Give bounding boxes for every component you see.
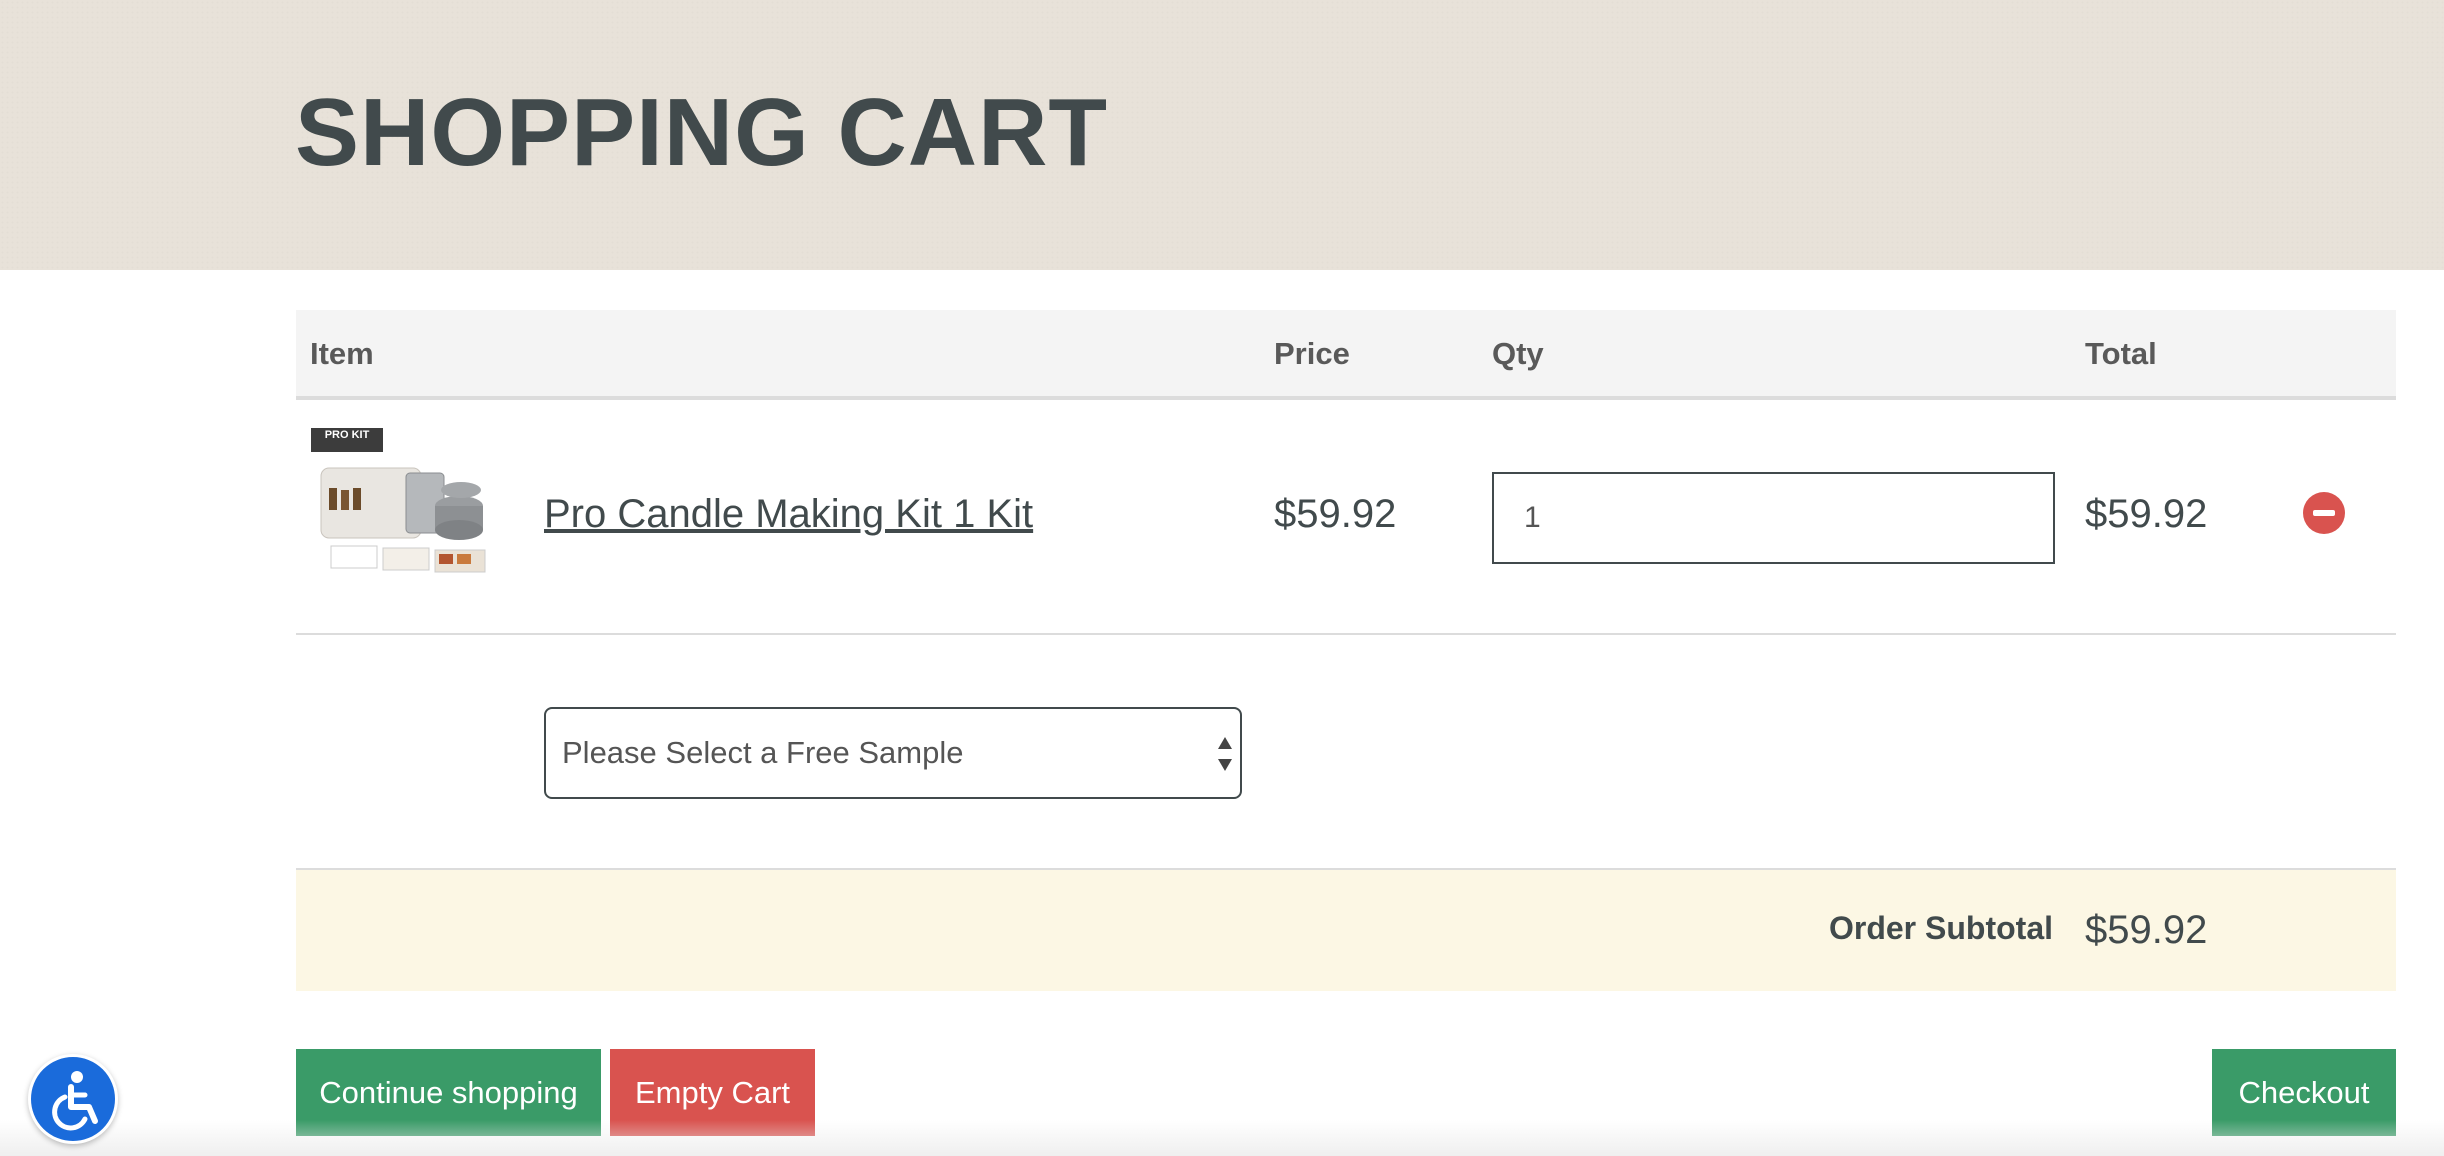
subtotal-label: Order Subtotal	[1828, 910, 2053, 946]
product-image	[320, 467, 486, 573]
select-arrows-icon	[1218, 737, 1232, 771]
accessibility-icon[interactable]	[28, 1054, 118, 1144]
item-total: $59.92	[2085, 492, 2208, 536]
header-qty: Qty	[1492, 336, 1544, 371]
thumbnail-badge: PRO KIT	[311, 428, 383, 452]
item-price: $59.92	[1274, 492, 1397, 536]
header-total: Total	[2085, 336, 2157, 371]
page-title: SHOPPING CART	[295, 79, 1109, 186]
product-thumbnail[interactable]: PRO KIT	[311, 428, 511, 588]
free-sample-select[interactable]: Please Select a Free Sample	[544, 707, 1242, 799]
continue-shopping-button[interactable]: Continue shopping	[296, 1049, 601, 1136]
remove-circle-icon[interactable]	[2303, 492, 2345, 534]
product-name-link[interactable]: Pro Candle Making Kit 1 Kit	[544, 492, 1033, 537]
cart-item-row: PRO KIT Pro Candle Making Kit 1 Kit $59.…	[296, 400, 2396, 635]
quantity-input[interactable]	[1492, 472, 2055, 564]
order-subtotal-bar: Order Subtotal $59.92	[296, 870, 2396, 991]
checkout-button[interactable]: Checkout	[2212, 1049, 2396, 1136]
cart-table-header: Item Price Qty Total	[296, 310, 2396, 400]
free-sample-placeholder: Please Select a Free Sample	[562, 735, 964, 770]
page-header: SHOPPING CART	[0, 0, 2444, 270]
header-price: Price	[1274, 336, 1350, 371]
empty-cart-button[interactable]: Empty Cart	[610, 1049, 815, 1136]
header-item: Item	[310, 336, 374, 371]
free-sample-row: Please Select a Free Sample	[296, 635, 2396, 870]
subtotal-value: $59.92	[2085, 908, 2208, 952]
